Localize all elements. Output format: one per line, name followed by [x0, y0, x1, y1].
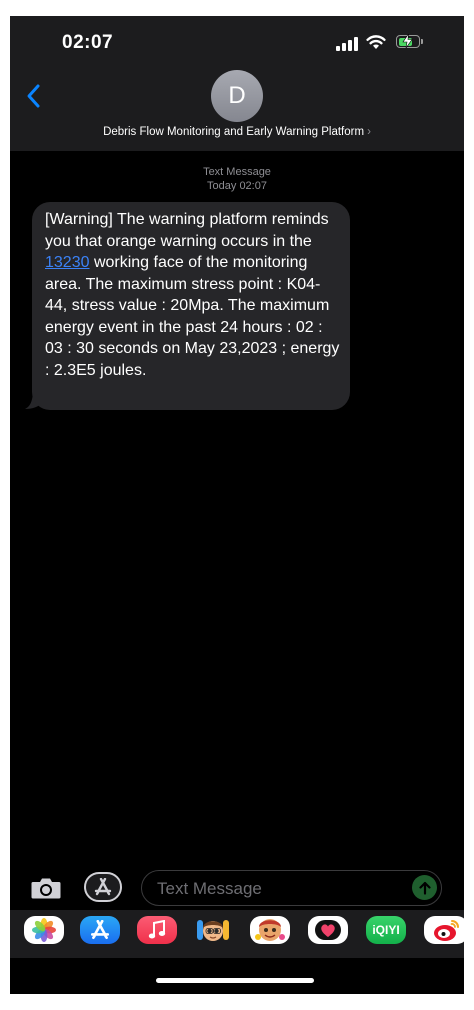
iqiyi-logo: iQIYI — [372, 923, 400, 937]
incoming-message-bubble[interactable]: [Warning] The warning platform reminds y… — [32, 202, 350, 410]
message-text-end: working face of the monitoring area. The… — [45, 254, 340, 379]
chevron-right-icon: › — [367, 126, 371, 138]
photos-app-button[interactable] — [24, 916, 64, 944]
apps-button[interactable] — [84, 872, 122, 902]
message-input-field[interactable] — [141, 870, 442, 906]
music-app-button[interactable] — [137, 916, 177, 944]
back-chevron-icon[interactable] — [24, 82, 44, 110]
cellular-signal-icon — [336, 37, 360, 51]
app-drawer: iQIYI — [10, 910, 464, 958]
wifi-icon — [366, 35, 386, 49]
app-store-app-button[interactable] — [80, 916, 120, 944]
avatar-initial: D — [228, 82, 246, 109]
camera-icon[interactable] — [30, 876, 62, 900]
weibo-app-button[interactable] — [424, 916, 464, 944]
photos-icon — [32, 918, 56, 942]
iqiyi-app-button[interactable]: iQIYI — [366, 916, 406, 944]
music-note-icon — [148, 920, 166, 939]
status-time: 02:07 — [62, 32, 114, 53]
contact-name-button[interactable]: Debris Flow Monitoring and Early Warning… — [10, 126, 464, 138]
message-meta: Text Message Today 02:07 — [10, 165, 464, 193]
animoji-app-button[interactable] — [250, 916, 290, 944]
contact-name: Debris Flow Monitoring and Early Warning… — [103, 126, 365, 138]
contact-avatar[interactable]: D — [211, 70, 263, 122]
battery-nub — [421, 39, 423, 44]
animoji-icon — [255, 919, 285, 941]
memoji-icon — [197, 920, 229, 941]
memoji-app-button[interactable] — [193, 916, 233, 944]
app-store-icon — [94, 878, 112, 896]
conversation-header: 02:07 D Debris Flow Monitoring and Early… — [10, 16, 464, 151]
send-button[interactable] — [412, 875, 437, 900]
weibo-icon — [434, 920, 459, 941]
home-indicator[interactable] — [156, 978, 314, 983]
battery-icon — [396, 34, 420, 48]
message-text-start: [Warning] The warning platform reminds y… — [45, 211, 329, 250]
service-label: Text Message — [203, 166, 271, 178]
message-input[interactable] — [155, 871, 399, 906]
app-store-icon — [90, 920, 110, 940]
digital-touch-app-button[interactable] — [308, 916, 348, 944]
message-link-number[interactable]: 13230 — [45, 254, 90, 271]
message-timestamp: Today 02:07 — [207, 180, 267, 192]
heart-icon — [315, 920, 341, 940]
messages-screen: 02:07 D Debris Flow Monitoring and Early… — [10, 16, 464, 994]
arrow-up-icon — [418, 881, 431, 895]
